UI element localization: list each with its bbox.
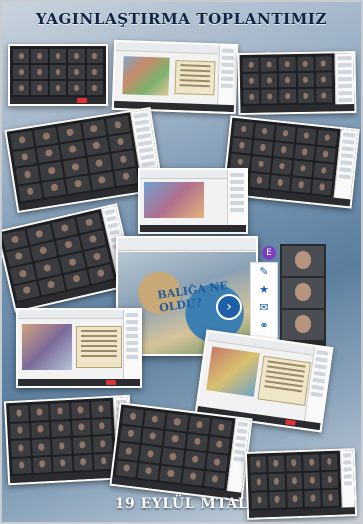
- side-tool-panel: ✎ ★ ✉ ⚭: [250, 262, 278, 348]
- chevron-right-icon[interactable]: ›: [216, 294, 242, 320]
- video-strip: [280, 244, 326, 352]
- chat-icon[interactable]: ✉: [251, 299, 277, 317]
- screenshot-shared-screen-1: [111, 39, 239, 115]
- screenshot-shared-screen-2: [138, 168, 248, 234]
- star-icon[interactable]: ★: [251, 281, 277, 299]
- screenshot-meeting-grid-2: [237, 50, 357, 116]
- link-icon[interactable]: ⚭: [251, 317, 277, 335]
- meeting-toolbar: [10, 97, 106, 104]
- collage-poster: YAGINLAŞTIRMA TOPLANTIMIZ BALIĞA NE OLDU…: [0, 0, 363, 524]
- poster-title: YAGINLAŞTIRMA TOPLANTIMIZ: [35, 10, 328, 28]
- poster-footer: 19 EYLÜL MTAL: [114, 496, 249, 512]
- screenshot-shared-screen-3: [16, 308, 142, 388]
- pencil-icon[interactable]: ✎: [251, 263, 277, 281]
- avatar: E: [262, 246, 276, 260]
- screenshot-meeting-grid-1: [8, 44, 108, 106]
- screenshot-meeting-grid-7: [109, 402, 253, 502]
